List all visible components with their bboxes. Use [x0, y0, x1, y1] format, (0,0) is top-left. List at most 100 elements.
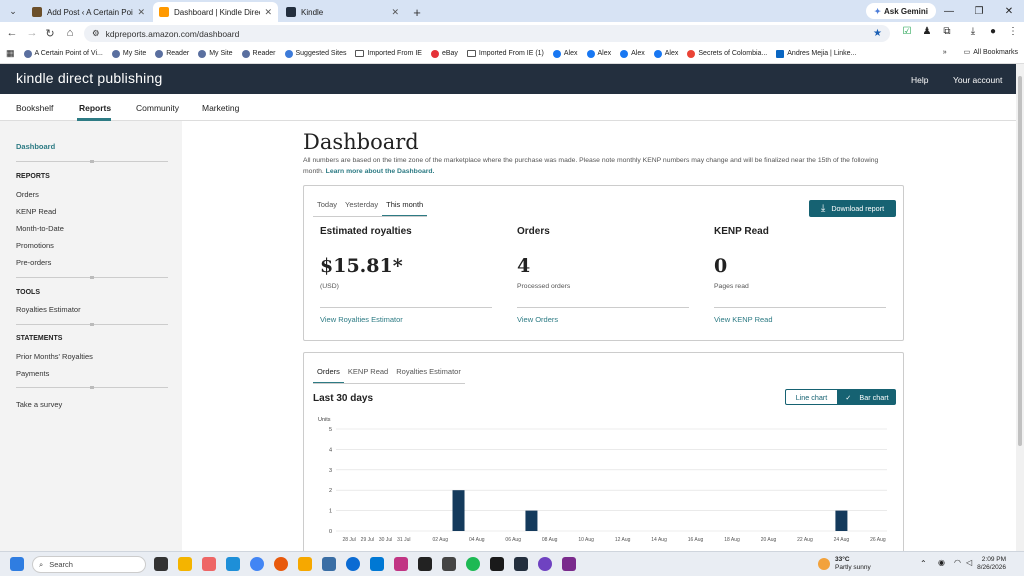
bookmark[interactable]: Suggested Sites — [284, 49, 346, 58]
site-info-icon[interactable]: ⚙ — [92, 28, 100, 39]
bookmark[interactable]: Imported From IE (1) — [466, 50, 544, 57]
reload-icon[interactable]: ↻ — [40, 27, 60, 40]
app-icon[interactable] — [538, 557, 552, 571]
sidebar-item-orders[interactable]: Orders — [16, 190, 39, 199]
tab-royalties-estimator[interactable]: Royalties Estimator — [392, 367, 465, 384]
sidebar-item-payments[interactable]: Payments — [16, 369, 49, 378]
bookmark[interactable]: My Site — [111, 49, 146, 58]
bar-chart-button[interactable]: ✓ Bar chart — [838, 389, 896, 405]
home-icon[interactable]: ⌂ — [60, 27, 80, 39]
taskbar-clock[interactable]: 2:09 PM 8/26/2026 — [977, 556, 1006, 572]
wifi-icon[interactable]: ◠ — [954, 558, 961, 567]
nav-bookshelf[interactable]: Bookshelf — [16, 103, 53, 113]
all-bookmarks-button[interactable]: » ▭ All Bookmarks — [943, 48, 1018, 57]
tab-yesterday[interactable]: Yesterday — [341, 200, 382, 217]
kdp-logo[interactable]: kindle direct publishing — [16, 70, 162, 86]
extension-check-icon[interactable]: ☑ — [900, 26, 914, 37]
line-chart-button[interactable]: Line chart — [785, 389, 838, 405]
bookmark[interactable]: Secrets of Colombia... — [687, 49, 767, 58]
tab-orders[interactable]: Orders — [313, 367, 344, 384]
profile-avatar-icon[interactable]: ● — [986, 26, 1000, 37]
apps-grid-icon[interactable]: ▦ — [6, 48, 15, 59]
firefox-icon[interactable] — [274, 557, 288, 571]
tab-search-icon[interactable]: ⌄ — [0, 0, 26, 22]
tab-kenp-read[interactable]: KENP Read — [344, 367, 392, 384]
url-field[interactable]: ⚙ kdpreports.amazon.com/dashboard ★ — [84, 25, 890, 42]
view-orders-link[interactable]: View Orders — [517, 315, 689, 324]
view-royalties-estimator-link[interactable]: View Royalties Estimator — [320, 315, 492, 324]
ask-gemini-button[interactable]: ✦ Ask Gemini — [866, 3, 936, 19]
close-tab-icon[interactable]: ✕ — [137, 7, 145, 18]
bookmark[interactable]: Imported From IE — [355, 50, 422, 57]
tab-today[interactable]: Today — [313, 200, 341, 217]
tab-this-month[interactable]: This month — [382, 200, 428, 217]
extensions-puzzle-icon[interactable]: ⧉ — [940, 26, 954, 37]
app-icon[interactable] — [418, 557, 432, 571]
instagram-icon[interactable] — [394, 557, 408, 571]
browser-tab-add-post[interactable]: Add Post ‹ A Certain Point of Vi... ✕ — [26, 2, 151, 22]
take-survey-link[interactable]: Take a survey — [16, 400, 62, 409]
sidebar-item-royalties-estimator[interactable]: Royalties Estimator — [16, 305, 81, 314]
weather-icon[interactable] — [818, 558, 830, 570]
download-icon[interactable]: ⤓ — [966, 26, 980, 37]
nav-reports[interactable]: Reports — [79, 103, 111, 113]
bookmark[interactable]: My Site — [198, 49, 233, 58]
bookmark[interactable]: Alex — [552, 49, 578, 58]
nav-community[interactable]: Community — [136, 103, 179, 113]
app-icon[interactable] — [562, 557, 576, 571]
task-view-icon[interactable] — [154, 557, 168, 571]
app-icon[interactable] — [322, 557, 336, 571]
spotify-icon[interactable] — [466, 557, 480, 571]
sidebar-item-kenp-read[interactable]: KENP Read — [16, 207, 56, 216]
edge-icon[interactable] — [226, 557, 240, 571]
taskbar-search[interactable]: ⌕ Search — [32, 556, 146, 573]
bookmark-star-icon[interactable]: ★ — [873, 28, 882, 39]
download-report-button[interactable]: ⤓ Download report — [809, 200, 896, 217]
app-icon[interactable] — [346, 557, 360, 571]
minimize-icon[interactable]: — — [934, 0, 964, 22]
view-kenp-read-link[interactable]: View KENP Read — [714, 315, 886, 324]
volume-icon[interactable]: ◁ — [966, 558, 972, 567]
sidebar-item-dashboard[interactable]: Dashboard — [16, 142, 55, 151]
new-tab-icon[interactable]: + — [407, 2, 427, 22]
file-explorer-icon[interactable] — [178, 557, 192, 571]
page-scrollbar[interactable] — [1016, 64, 1024, 551]
your-account-link[interactable]: Your account — [953, 75, 1002, 85]
sidebar-item-month-to-date[interactable]: Month-to-Date — [16, 224, 64, 233]
forward-icon[interactable]: → — [22, 27, 42, 39]
menu-dots-icon[interactable]: ⋮ — [1006, 26, 1020, 37]
bookmark[interactable]: eBay — [430, 49, 458, 58]
bookmark[interactable]: Alex — [620, 49, 645, 58]
bookmark[interactable]: Alex — [586, 49, 611, 58]
app-icon[interactable] — [442, 557, 456, 571]
back-icon[interactable]: ← — [2, 27, 22, 39]
close-tab-icon[interactable]: ✕ — [391, 7, 399, 18]
close-window-icon[interactable]: ✕ — [994, 0, 1024, 22]
learn-more-link[interactable]: Learn more about the Dashboard. — [326, 168, 435, 175]
bookmark[interactable]: A Certain Point of Vi... — [23, 49, 103, 58]
app-icon[interactable] — [490, 557, 504, 571]
kindle-icon[interactable] — [514, 557, 528, 571]
app-icon[interactable] — [202, 557, 216, 571]
outlook-icon[interactable] — [370, 557, 384, 571]
weather-widget[interactable]: 33°C Partly sunny — [835, 556, 871, 572]
nav-marketing[interactable]: Marketing — [202, 103, 239, 113]
scrollbar-thumb[interactable] — [1018, 76, 1022, 446]
bookmark[interactable]: Reader — [155, 49, 189, 58]
bookmark[interactable]: Alex — [653, 49, 678, 58]
tray-app-icon[interactable]: ◉ — [938, 558, 945, 567]
browser-tab-dashboard[interactable]: Dashboard | Kindle Direct Publi... ✕ — [153, 2, 278, 22]
tray-chevron-icon[interactable]: ⌃ — [920, 559, 927, 568]
close-tab-icon[interactable]: ✕ — [264, 7, 272, 18]
bookmark[interactable]: Andres Mejia | Linke... — [776, 49, 856, 58]
app-icon[interactable] — [298, 557, 312, 571]
restore-icon[interactable]: ❐ — [964, 0, 994, 22]
sidebar-item-prior-months-royalties[interactable]: Prior Months' Royalties — [16, 352, 93, 361]
start-icon[interactable] — [10, 557, 24, 571]
sidebar-item-pre-orders[interactable]: Pre-orders — [16, 258, 51, 267]
chrome-icon[interactable] — [250, 557, 264, 571]
bookmark[interactable]: Reader — [241, 49, 276, 58]
browser-tab-kindle[interactable]: Kindle ✕ — [280, 2, 405, 22]
help-link[interactable]: Help — [911, 75, 928, 85]
sidebar-item-promotions[interactable]: Promotions — [16, 241, 54, 250]
